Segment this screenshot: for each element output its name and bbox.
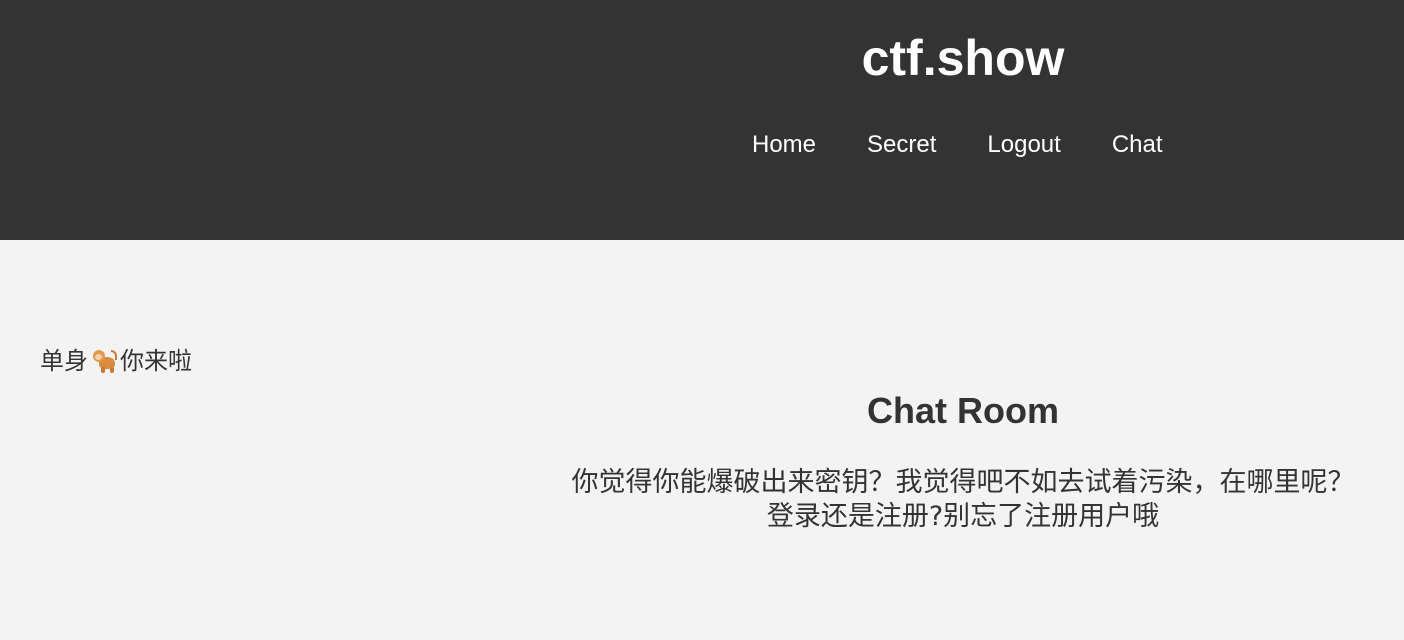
main-nav: Home Secret Logout Chat [752,128,1163,162]
site-title: ctf.show [861,30,1065,86]
chat-message-line-2: 登录还是注册?别忘了注册用户哦 [766,501,1160,532]
chat-room-section: Chat Room 你觉得你能爆破出来密钥？我觉得吧不如去试着污染，在哪里呢？ … [522,386,1404,534]
chat-message-line-1: 你觉得你能爆破出来密钥？我觉得吧不如去试着污染，在哪里呢？ [571,467,1355,498]
nav-secret-link[interactable]: Secret [867,128,936,162]
site-header: ctf.show Home Secret Logout Chat [0,0,1404,240]
monkey-icon [91,348,117,374]
nav-logout-link[interactable]: Logout [987,128,1060,162]
chat-message: 你觉得你能爆破出来密钥？我觉得吧不如去试着污染，在哪里呢？ 登录还是注册?别忘了… [522,466,1404,534]
greeting-prefix: 单身 [40,347,88,375]
chat-room-title: Chat Room [867,390,1059,431]
main-content: 单身 你来啦 Chat Room 你觉得你能爆破出来密钥？我觉得吧不如去试着污染… [0,240,1404,640]
greeting-suffix: 你来啦 [120,347,192,375]
user-greeting: 单身 你来啦 [40,344,192,378]
nav-chat-link[interactable]: Chat [1112,128,1163,162]
nav-home-link[interactable]: Home [752,128,816,162]
